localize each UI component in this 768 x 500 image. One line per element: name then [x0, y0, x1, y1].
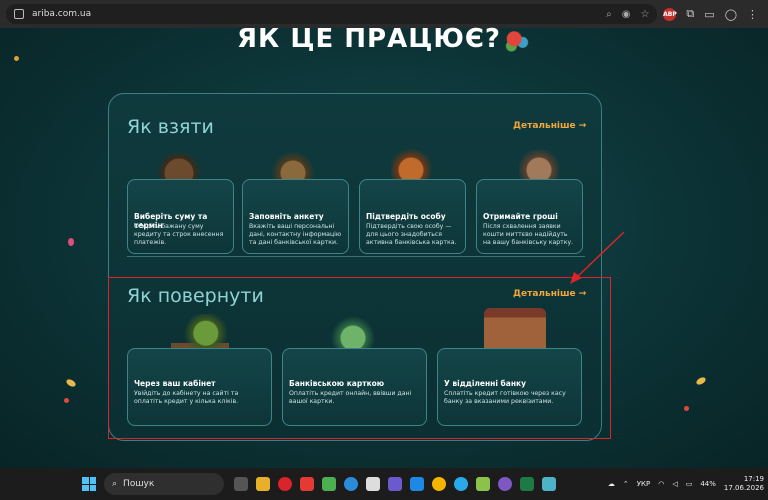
- section-divider: [127, 256, 585, 257]
- confetti-decoration: [64, 398, 69, 403]
- file-explorer-icon[interactable]: [256, 477, 270, 491]
- step-title: Підтвердіть особу: [366, 212, 446, 221]
- notepad-icon[interactable]: [542, 477, 556, 491]
- confetti-decoration: [68, 238, 74, 246]
- battery-icon[interactable]: ▭: [686, 480, 693, 488]
- telegram-icon[interactable]: [454, 477, 468, 491]
- app-icon[interactable]: [476, 477, 490, 491]
- menu-icon[interactable]: ⋮: [747, 8, 758, 21]
- clock-time: 17:19: [743, 475, 764, 483]
- app-l-icon[interactable]: [300, 477, 314, 491]
- step-text: Вкажіть ваші персональні дані, контактну…: [249, 223, 342, 246]
- language-indicator[interactable]: УКР: [637, 480, 650, 488]
- dropbox-icon[interactable]: [410, 477, 424, 491]
- taskbar-search[interactable]: ⌕ Пошук: [104, 473, 224, 495]
- battery-percent: 44%: [700, 480, 716, 488]
- volume-icon[interactable]: ◁: [672, 480, 677, 488]
- clock[interactable]: 17:19 17.06.2026: [724, 475, 764, 493]
- cloud-icon[interactable]: ☁: [608, 480, 615, 488]
- chrome-icon[interactable]: [432, 477, 446, 491]
- confetti-decoration: [14, 56, 19, 61]
- windows-start-icon[interactable]: [82, 477, 96, 491]
- confetti-decoration: [684, 406, 689, 411]
- take-details-link[interactable]: Детальніше →: [513, 121, 586, 131]
- flower-decoration-icon: [503, 27, 531, 52]
- copilot-icon[interactable]: [322, 477, 336, 491]
- step-title: Отримайте гроші: [483, 212, 558, 221]
- page-content: ЯК ЦЕ ПРАЦЮЄ? Як взяти Детальніше → Вибе…: [0, 24, 768, 468]
- task-view-icon[interactable]: [234, 477, 248, 491]
- section-title-take: Як взяти: [127, 116, 214, 138]
- confetti-decoration: [695, 375, 707, 387]
- zoom-icon[interactable]: ⌕: [606, 9, 612, 20]
- excel-icon[interactable]: [520, 477, 534, 491]
- wifi-icon[interactable]: ◠: [658, 480, 664, 488]
- profile-icon[interactable]: ◯: [725, 8, 737, 21]
- annotation-arrow: [570, 231, 625, 284]
- opera-icon[interactable]: [278, 477, 292, 491]
- search-icon: ⌕: [112, 479, 118, 489]
- adblock-icon[interactable]: ABP: [663, 7, 677, 21]
- step-card-1: Виберіть суму та термін Оберіть бажану с…: [127, 179, 234, 254]
- step-card-3: Підтвердіть особу Підтвердіть свою особу…: [359, 179, 466, 254]
- search-placeholder: Пошук: [123, 479, 155, 489]
- address-bar[interactable]: ariba.com.ua ⌕ ◉ ☆: [6, 4, 658, 24]
- annotation-highlight-box: [108, 277, 611, 439]
- system-tray: ☁ ⌃ УКР ◠ ◁ ▭ 44% 17:19 17.06.2026: [608, 475, 764, 493]
- extensions-icon[interactable]: ⧉: [686, 7, 694, 21]
- step-text: Оберіть бажану суму кредиту та строк вне…: [134, 223, 224, 246]
- taskbar-apps: [234, 477, 556, 491]
- chevron-up-icon[interactable]: ⌃: [623, 480, 629, 488]
- taskbar: ⌕ Пошук ☁ ⌃ УКР ◠ ◁ ▭ 44% 17:19 17.06.20…: [0, 468, 768, 500]
- site-settings-icon[interactable]: [14, 9, 24, 19]
- step-card-2: Заповніть анкету Вкажіть ваші персональн…: [242, 179, 349, 254]
- step-title: Заповніть анкету: [249, 212, 324, 221]
- clock-date: 17.06.2026: [723, 484, 764, 492]
- bookmark-star-icon[interactable]: ☆: [640, 9, 649, 20]
- hide-icon[interactable]: ◉: [622, 9, 631, 20]
- page-heading: ЯК ЦЕ ПРАЦЮЄ?: [0, 24, 768, 54]
- confetti-decoration: [65, 377, 77, 389]
- sidepanel-icon[interactable]: ▭: [704, 8, 714, 21]
- store-icon[interactable]: [366, 477, 380, 491]
- step-text: Підтвердіть свою особу — для цього знадо…: [366, 223, 457, 246]
- edge-icon[interactable]: [344, 477, 358, 491]
- viber-icon[interactable]: [498, 477, 512, 491]
- url-text: ariba.com.ua: [32, 9, 92, 19]
- app-icon[interactable]: [388, 477, 402, 491]
